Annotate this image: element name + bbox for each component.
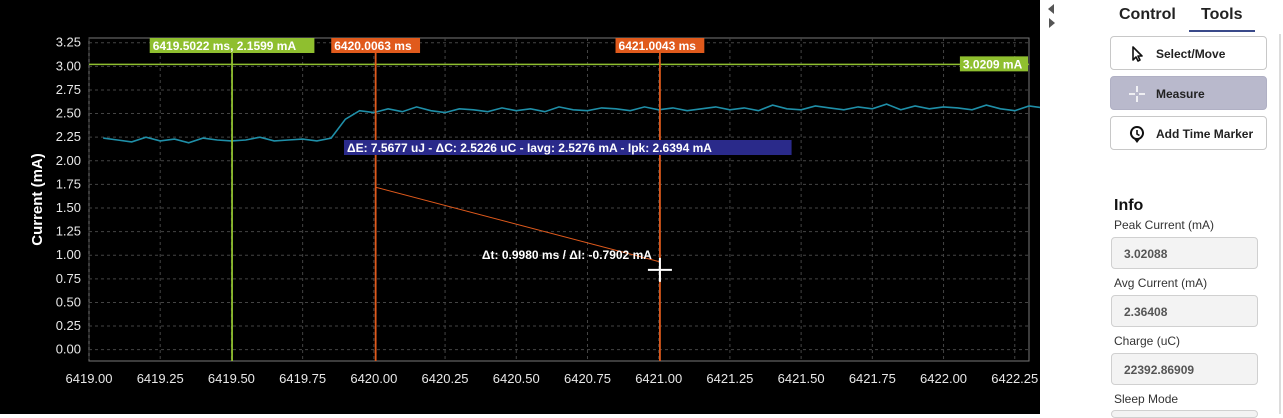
panel-collapse-handle[interactable] [1044,0,1062,40]
measure-button[interactable]: Measure [1110,76,1267,110]
y-tick-label: 1.00 [56,247,81,262]
x-tick-label: 6420.25 [422,371,469,386]
x-tick-label: 6421.00 [635,371,682,386]
y-tick-label: 1.50 [56,200,81,215]
x-tick-label: 6422.00 [920,371,967,386]
y-tick-label: 1.75 [56,176,81,191]
tab-tools[interactable]: Tools [1201,6,1242,24]
x-tick-label: 6420.75 [564,371,611,386]
chart-svg[interactable]: 3.25 3.00 2.75 2.50 2.25 2.00 1.75 1.50 1.25 1.00… [0,0,1040,414]
y-tick-label: 0.50 [56,294,81,309]
active-tab-indicator [1189,30,1255,32]
select-move-label: Select/Move [1156,47,1226,61]
x-tick-label: 6421.25 [706,371,753,386]
cursor-label: 6419.5022 ms, 2.1599 mA [149,38,315,53]
x-tick-label: 6419.00 [66,371,113,386]
expand-right-icon [1049,18,1055,28]
sleep-mode-label: Sleep Mode [1114,392,1179,406]
peak-marker-label-text: 3.0209 mA [963,57,1023,71]
side-panel: Control Tools Select/Move Measure Add Ti… [1062,0,1283,418]
peak-current-label: Peak Current (mA) [1114,218,1215,232]
plot-frame [88,37,1030,362]
cursor-label-text: 6420.0063 ms [334,39,412,53]
x-tick-label: 6419.25 [137,371,184,386]
avg-current-field: 2.36408 [1111,295,1258,327]
cursor-label-text: 6419.5022 ms, 2.1599 mA [153,39,297,53]
delta-label: Δt: 0.9980 ms / ΔI: -0.7902 mA [482,248,652,262]
y-tick-label: 2.75 [56,82,81,97]
y-tick-label: 0.25 [56,318,81,333]
add-time-marker-button[interactable]: Add Time Marker [1110,116,1267,150]
x-tick-label: 6420.00 [350,371,397,386]
avg-current-label: Avg Current (mA) [1114,276,1208,290]
cursor-label-text: 6421.0043 ms [619,39,697,53]
avg-current-value: 2.36408 [1124,305,1168,319]
x-tick-label: 6420.50 [493,371,540,386]
tab-control[interactable]: Control [1119,6,1176,24]
y-tick-label: 3.25 [56,35,81,50]
x-tick-label: 6421.75 [849,371,896,386]
y-tick-label: 2.00 [56,153,81,168]
add-time-marker-label: Add Time Marker [1156,127,1254,141]
y-tick-label: 3.00 [56,58,81,73]
y-tick-label: 2.25 [56,129,81,144]
y-tick-label: 0.00 [56,342,81,357]
clock-pin-icon [1130,126,1144,143]
measure-info-box: ΔE: 7.5677 uJ - ΔC: 2.5226 uC - Iavg: 2.… [343,140,792,155]
y-axis-label: Current (mA) [29,153,46,246]
select-move-button[interactable]: Select/Move [1110,36,1267,70]
x-tick-label: 6422.25 [991,371,1038,386]
y-tick-label: 1.25 [56,224,81,239]
charge-field: 22392.86909 [1111,353,1258,385]
panel-scrollbar[interactable] [1279,34,1281,414]
peak-current-value: 3.02088 [1124,247,1168,261]
current-plot[interactable]: 3.25 3.00 2.75 2.50 2.25 2.00 1.75 1.50 1.25 1.00… [0,0,1040,414]
peak-current-field: 3.02088 [1111,237,1258,269]
charge-value: 22392.86909 [1124,363,1195,377]
x-tick-label: 6421.50 [778,371,825,386]
crosshair-icon [1129,86,1145,102]
measure-label: Measure [1156,87,1205,101]
measure-info-box-text: ΔE: 7.5677 uJ - ΔC: 2.5226 uC - Iavg: 2.… [347,141,712,155]
cursor-label: 6420.0063 ms [331,38,421,53]
sleep-mode-field [1111,410,1258,418]
info-heading: Info [1114,197,1144,214]
peak-marker-label: 3.0209 mA [959,56,1028,72]
cursor-arrow-icon [1132,46,1143,62]
x-tick-label: 6419.50 [208,371,255,386]
x-tick-label: 6419.75 [279,371,326,386]
y-tick-label: 0.75 [56,271,81,286]
y-tick-label: 2.50 [56,106,81,121]
charge-label: Charge (uC) [1114,334,1181,348]
cursor-label: 6421.0043 ms [615,38,705,53]
collapse-left-icon [1048,4,1054,14]
